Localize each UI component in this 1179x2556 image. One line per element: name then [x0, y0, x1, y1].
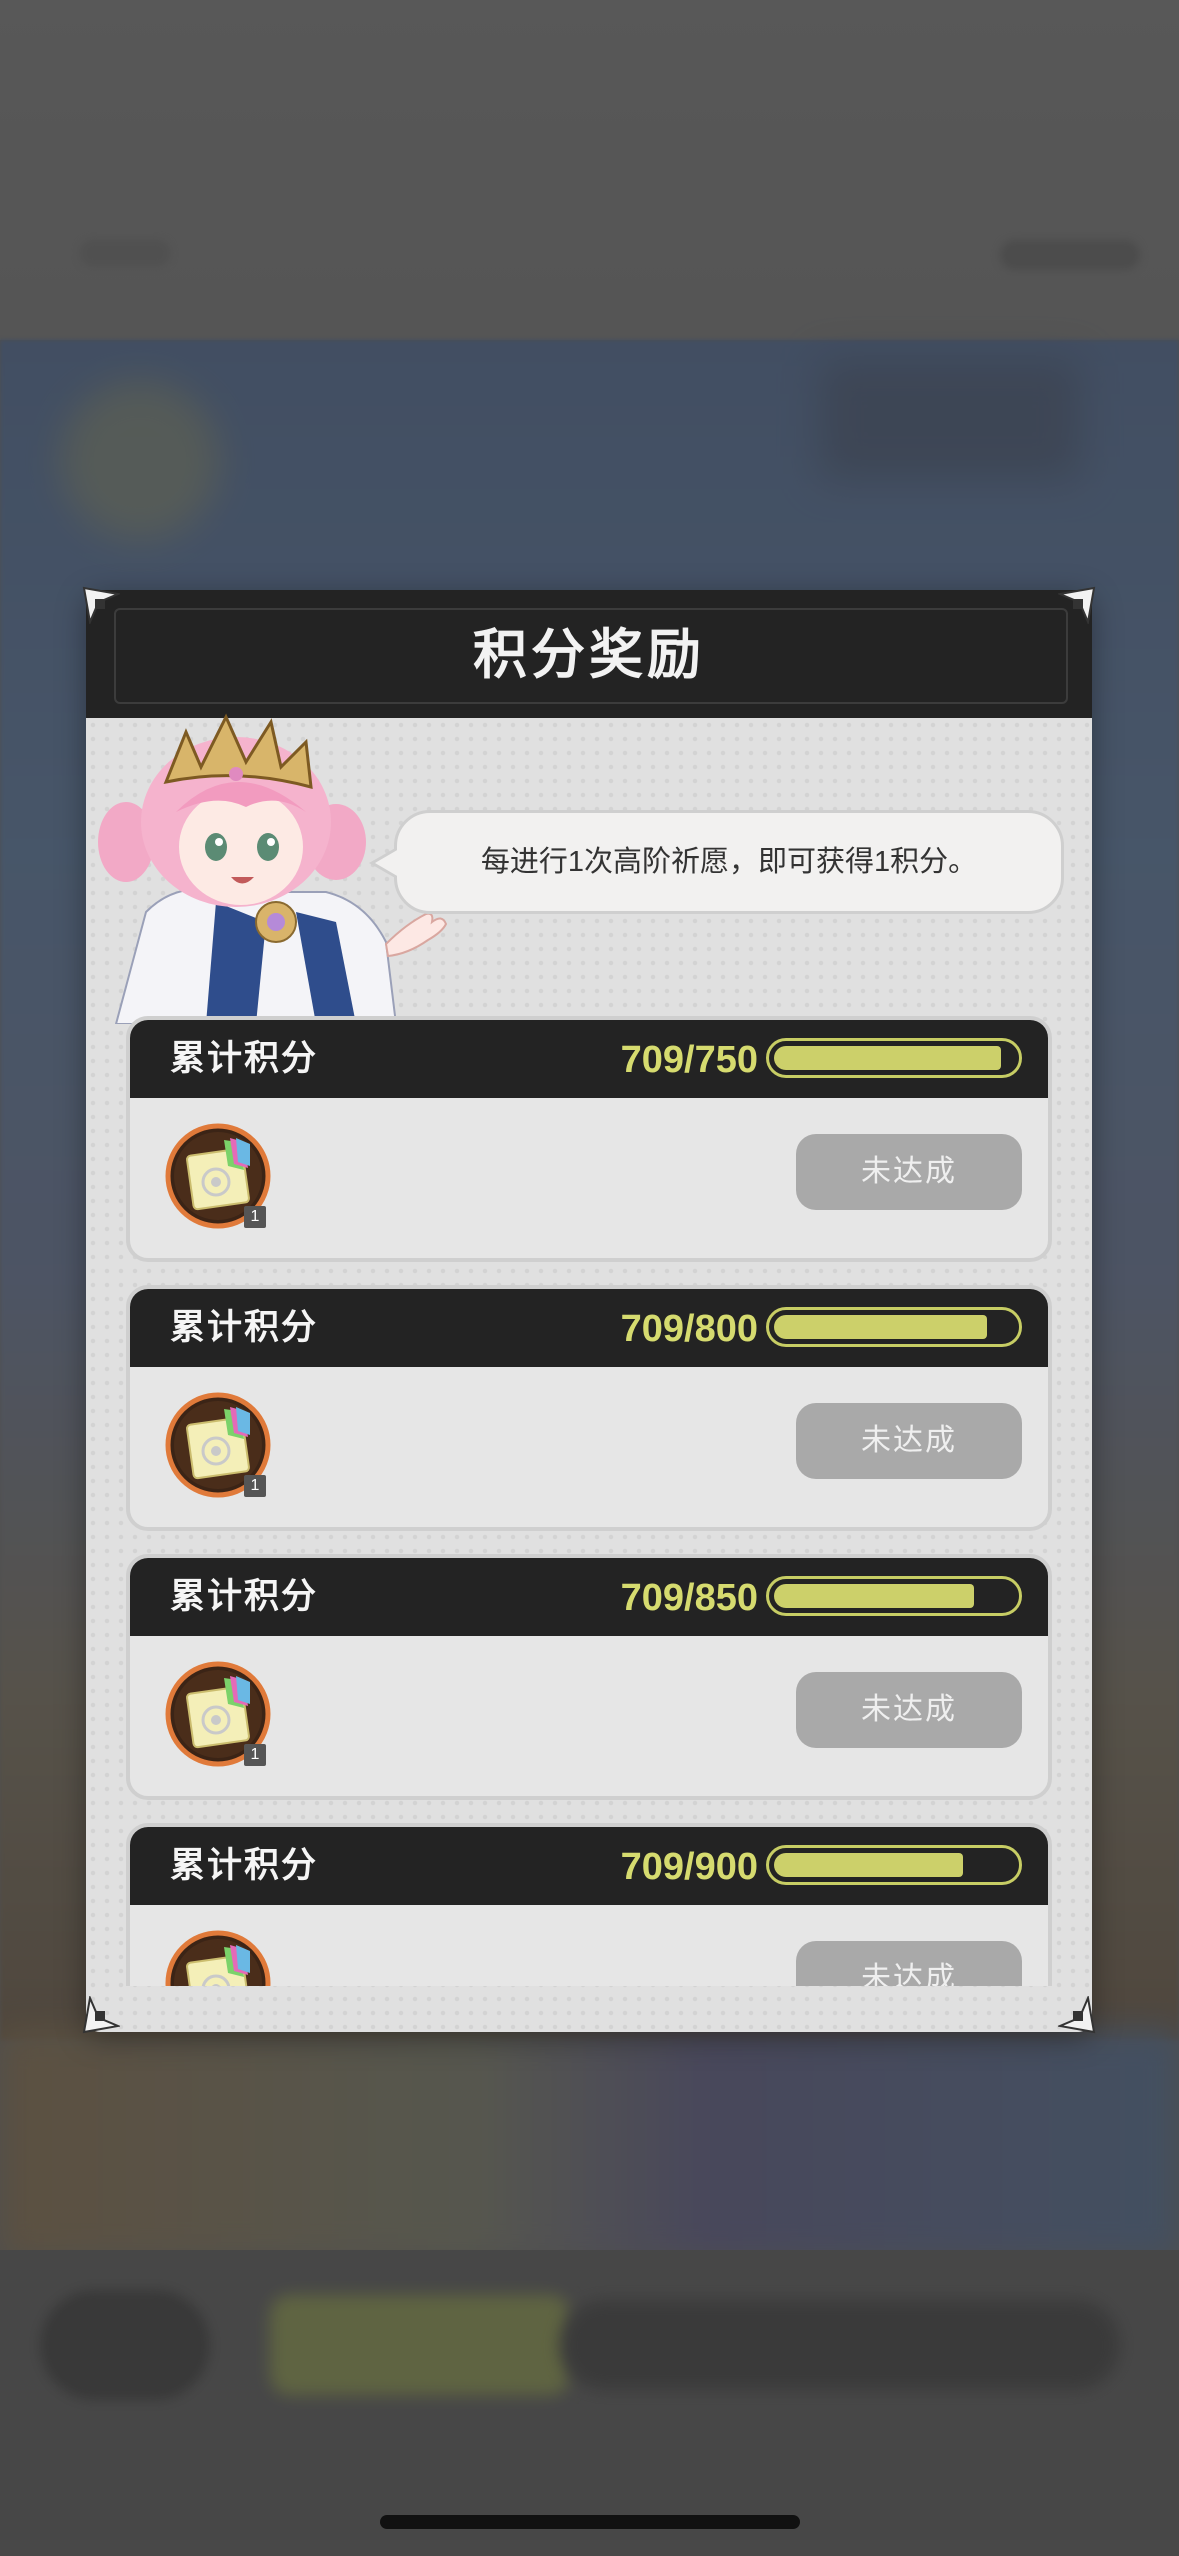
progress-bar-fill: [774, 1046, 1001, 1070]
reward-quantity: 1: [244, 1206, 266, 1228]
speech-text: 每进行1次高阶祈愿，即可获得1积分。: [480, 846, 978, 878]
reward-card: 累计积分 709/750 1 未达成: [126, 1016, 1052, 1262]
reward-card-header: 累计积分 709/750: [130, 1020, 1048, 1098]
cumulative-points-label: 累计积分: [170, 1577, 319, 1616]
corner-ornament-icon: [82, 1996, 120, 2034]
points-progress-text: 709/800: [620, 1308, 758, 1350]
points-progress-bar: [766, 1307, 1022, 1347]
claim-status-button[interactable]: 未达成: [796, 1403, 1022, 1479]
progress-bar-fill: [774, 1315, 987, 1339]
corner-ornament-icon: [1058, 1996, 1096, 2034]
reward-card: 累计积分 709/800 1 未达成: [126, 1285, 1052, 1531]
corner-ornament-icon: [82, 586, 120, 624]
reward-card: 累计积分 709/850 1 未达成: [126, 1554, 1052, 1800]
reward-card-header: 累计积分 709/850: [130, 1558, 1048, 1636]
points-progress-bar: [766, 1576, 1022, 1616]
claim-status-button[interactable]: 未达成: [796, 1134, 1022, 1210]
home-indicator[interactable]: [380, 2515, 800, 2529]
progress-bar-fill: [774, 1584, 974, 1608]
points-progress-text: 709/850: [620, 1577, 758, 1619]
corner-ornament-icon: [1058, 586, 1096, 624]
points-progress-bar: [766, 1845, 1022, 1885]
reward-card-header: 累计积分 709/800: [130, 1289, 1048, 1367]
cumulative-points-label: 累计积分: [170, 1846, 319, 1885]
points-progress-text: 709/750: [620, 1039, 758, 1081]
points-progress-bar: [766, 1038, 1022, 1078]
modal-header: 积分奖励: [86, 590, 1092, 718]
reward-quantity: 1: [244, 1744, 266, 1766]
reward-list[interactable]: 累计积分 709/750 1 未达成 累计积分 709/800 1 未达成 累计…: [86, 1012, 1092, 1986]
speech-bubble: 每进行1次高阶祈愿，即可获得1积分。: [369, 810, 1064, 914]
modal-title: 积分奖励: [473, 625, 705, 685]
points-progress-text: 709/900: [620, 1846, 758, 1888]
reward-card: 累计积分 709/900 1 未达成: [126, 1823, 1052, 1986]
ticket-icon[interactable]: [164, 1929, 272, 1986]
progress-bar-fill: [774, 1853, 963, 1877]
reward-quantity: 1: [244, 1475, 266, 1497]
cumulative-points-label: 累计积分: [170, 1039, 319, 1078]
reward-card-header: 累计积分 709/900: [130, 1827, 1048, 1905]
cumulative-points-label: 累计积分: [170, 1308, 319, 1347]
claim-status-button[interactable]: 未达成: [796, 1672, 1022, 1748]
claim-status-button[interactable]: 未达成: [796, 1941, 1022, 1986]
